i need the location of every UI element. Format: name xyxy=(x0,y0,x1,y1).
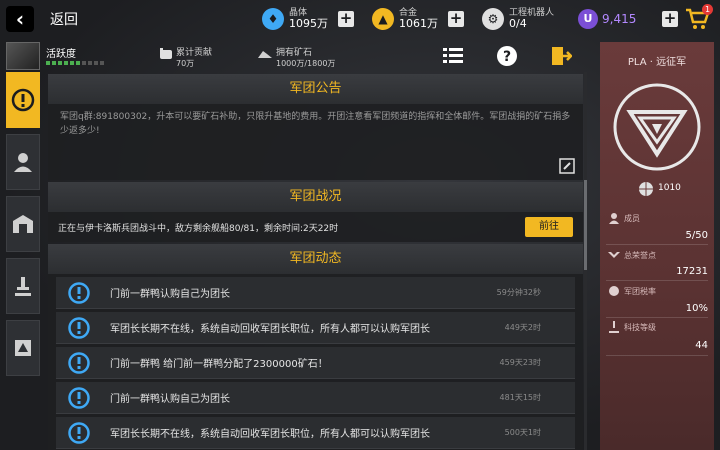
cart-badge: 1 xyxy=(702,4,713,15)
tab-base[interactable] xyxy=(6,196,40,252)
feed-item-time: 500天1时 xyxy=(504,428,541,437)
tab-fleet[interactable] xyxy=(6,320,40,376)
tax-label: 军团税率 xyxy=(624,287,656,296)
ore-icon xyxy=(258,51,272,58)
top-bar: ‹ 返回 ♦ 晶体 1095万 + ▲ 合金 1061万 + ⚙ 工程机器人 0… xyxy=(0,0,720,38)
notice-body: 军团q群:891800302，升本可以要矿石补助，只限升基地的费用。开团注意看军… xyxy=(60,112,571,136)
fleet-icon xyxy=(15,340,31,356)
members-label: 成员 xyxy=(624,214,640,223)
research-icon xyxy=(15,277,31,296)
honor-label: 总荣誉点 xyxy=(624,251,656,260)
microscope-icon xyxy=(609,321,619,333)
scroll-thumb[interactable] xyxy=(584,180,587,270)
exit-button[interactable] xyxy=(544,42,578,70)
contribution-label: 累计贡献 xyxy=(176,48,213,58)
legion-id: 1010 xyxy=(658,183,681,193)
info-alert-icon xyxy=(68,316,90,339)
feed-item[interactable]: 军团长长期不在线，系统自动回收军团长职位，所有人都可以认购军团长 500天1时 xyxy=(56,417,575,449)
activity-label: 活跃度 xyxy=(46,49,76,60)
info-alert-icon xyxy=(68,281,90,304)
info-alert-icon xyxy=(68,351,90,374)
feed-panel: 军团动态 门前一群鸭认购自己为团长 59分钟32秒军团长长期不在线，系统自动回收军… xyxy=(48,244,583,450)
members-icon xyxy=(609,213,619,224)
tax-value: 10% xyxy=(685,303,708,314)
robot-icon: ⚙ xyxy=(482,8,504,30)
tab-notice[interactable] xyxy=(6,72,40,128)
members-value: 5/50 xyxy=(685,230,708,241)
feed-item-time: 459天23时 xyxy=(499,358,541,367)
alloy-icon: ▲ xyxy=(372,8,394,30)
robot-value: 0/4 xyxy=(509,16,527,30)
crystal-icon: ♦ xyxy=(262,8,284,30)
legion-emblem-icon xyxy=(613,83,701,171)
feed-item[interactable]: 门前一群鸭认购自己为团长 481天15时 xyxy=(56,382,575,414)
u-currency-value: 9,415 xyxy=(602,12,637,26)
notice-icon xyxy=(11,88,35,112)
svg-text:?: ? xyxy=(503,49,511,65)
base-icon xyxy=(13,215,33,233)
back-label[interactable]: 返回 xyxy=(50,9,78,29)
member-icon xyxy=(14,153,32,172)
feed-item-text: 军团长长期不在线，系统自动回收军团长职位，所有人都可以认购军团长 xyxy=(110,429,430,440)
ore-value: 1000万/1800万 xyxy=(276,59,336,68)
exit-icon xyxy=(552,47,572,65)
crystal-value: 1095万 xyxy=(289,16,328,30)
battle-status: 正在与伊卡洛斯兵团战斗中，敌方剩余舰船80/81，剩余时间:2天22时 xyxy=(58,223,339,234)
divider xyxy=(606,280,708,281)
back-button[interactable]: ‹ xyxy=(6,6,34,32)
tab-research[interactable] xyxy=(6,258,40,314)
avatar[interactable] xyxy=(6,42,40,70)
ore-label: 拥有矿石 xyxy=(276,48,313,58)
tech-value: 44 xyxy=(695,340,708,351)
feed-item-text: 军团长长期不在线，系统自动回收军团长职位，所有人都可以认购军团长 xyxy=(110,324,430,335)
add-crystal-button[interactable]: + xyxy=(338,11,354,27)
feed-item-time: 481天15时 xyxy=(499,393,541,402)
u-currency-icon: U xyxy=(578,9,598,29)
chevron-left-icon: ‹ xyxy=(15,7,25,31)
divider xyxy=(606,355,708,356)
add-u-currency-button[interactable]: + xyxy=(662,11,678,27)
help-button[interactable]: ? xyxy=(490,42,524,70)
battle-panel: 军团战况 正在与伊卡洛斯兵团战斗中，敌方剩余舰船80/81，剩余时间:2天22时… xyxy=(48,182,583,242)
tech-label: 科技等级 xyxy=(624,323,656,332)
legion-name: PLA · 远征军 xyxy=(627,57,687,68)
activity-bar xyxy=(46,61,104,65)
feed-item-text: 门前一群鸭认购自己为团长 xyxy=(110,394,230,405)
battle-title: 军团战况 xyxy=(48,182,583,212)
info-alert-icon xyxy=(68,386,90,409)
alloy-value: 1061万 xyxy=(399,16,438,30)
info-alert-icon xyxy=(68,421,90,444)
legion-info-panel: PLA · 远征军 1010 成员 5/50 总荣誉点 17231 军团税率 1… xyxy=(600,42,714,450)
feed-item-time: 449天2时 xyxy=(504,323,541,332)
divider xyxy=(606,244,708,245)
feed-item-text: 门前一群鸭 给门前一群鸭分配了2300000矿石！ xyxy=(110,359,328,370)
robot-resource: ⚙ 工程机器人 0/4 xyxy=(482,6,554,32)
globe-icon xyxy=(639,182,653,196)
notice-title: 军团公告 xyxy=(48,74,583,104)
alloy-resource: ▲ 合金 1061万 xyxy=(372,6,438,32)
help-icon: ? xyxy=(497,46,517,66)
feed-item[interactable]: 门前一群鸭 给门前一群鸭分配了2300000矿石！ 459天23时 xyxy=(56,347,575,379)
tax-icon xyxy=(609,286,619,296)
notice-panel: 军团公告 军团q群:891800302，升本可以要矿石补助，只限升基地的费用。开… xyxy=(48,74,583,180)
honor-value: 17231 xyxy=(676,266,708,277)
add-alloy-button[interactable]: + xyxy=(448,11,464,27)
goto-button[interactable]: 前往 xyxy=(525,217,573,237)
wings-icon xyxy=(608,252,620,258)
feed-title: 军团动态 xyxy=(48,244,583,274)
divider xyxy=(606,317,708,318)
tab-members[interactable] xyxy=(6,134,40,190)
feed-item[interactable]: 门前一群鸭认购自己为团长 59分钟32秒 xyxy=(56,277,575,309)
list-icon xyxy=(443,48,463,63)
feed-item-time: 59分钟32秒 xyxy=(496,288,541,297)
fist-icon xyxy=(160,48,172,59)
crystal-resource: ♦ 晶体 1095万 xyxy=(262,6,328,32)
list-button[interactable] xyxy=(436,42,470,70)
feed-item-text: 门前一群鸭认购自己为团长 xyxy=(110,289,230,300)
feed-item[interactable]: 军团长长期不在线，系统自动回收军团长职位，所有人都可以认购军团长 449天2时 xyxy=(56,312,575,344)
feed-list[interactable]: 门前一群鸭认购自己为团长 59分钟32秒军团长长期不在线，系统自动回收军团长职位，… xyxy=(48,277,583,449)
contribution-value: 70万 xyxy=(176,59,195,68)
edit-icon[interactable] xyxy=(559,158,575,174)
